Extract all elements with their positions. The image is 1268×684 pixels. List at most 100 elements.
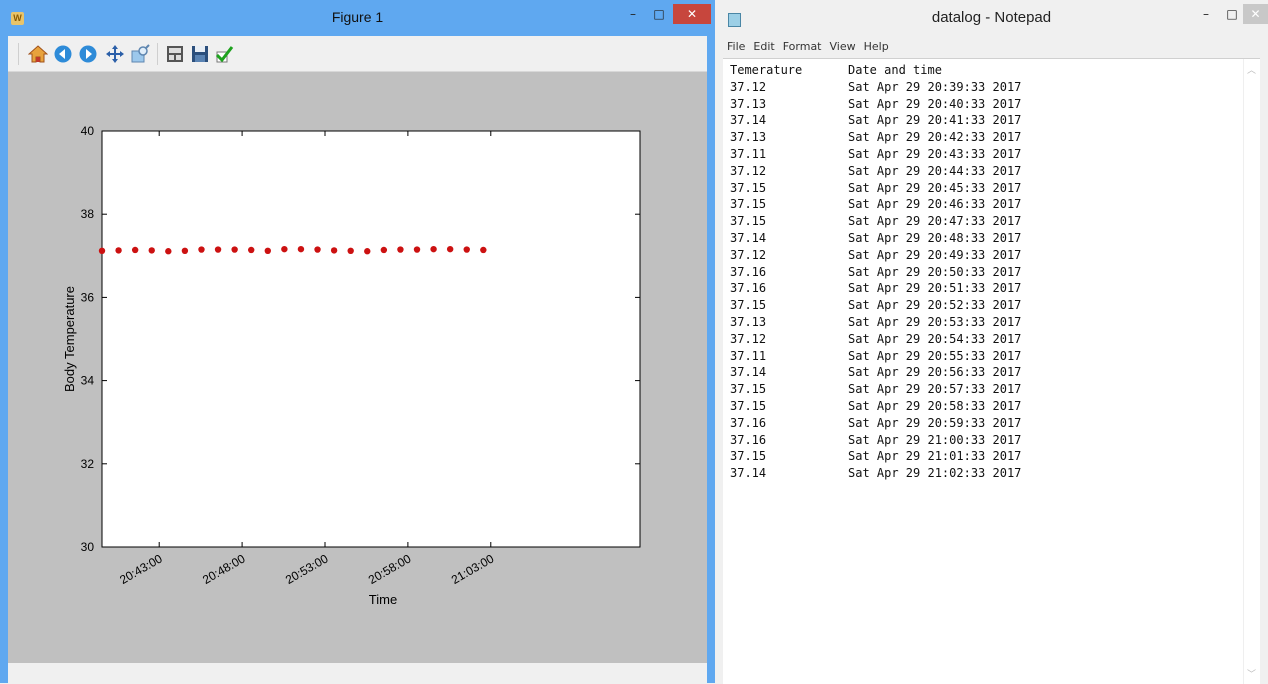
- log-line: 37.16 Sat Apr 29 20:59:33 2017: [730, 415, 1021, 432]
- x-tick-label: 20:53:00: [283, 551, 331, 587]
- log-header-temperature: Temerature: [730, 63, 803, 77]
- log-line: 37.16 Sat Apr 29 20:51:33 2017: [730, 280, 1021, 297]
- log-datetime: Sat Apr 29 21:01:33 2017: [848, 449, 1022, 464]
- menu-file[interactable]: File: [723, 38, 749, 58]
- data-point: [148, 247, 155, 254]
- log-temperature: 37.13: [730, 314, 767, 329]
- log-temperature: 37.14: [730, 230, 767, 245]
- figure-client-area: 30 32 34 36 38 40 20:43:00 20:48:00 20:53:00 20:…: [8, 36, 707, 683]
- log-temperature: 37.16: [730, 432, 767, 447]
- log-datetime: Sat Apr 29 20:48:33 2017: [848, 230, 1022, 245]
- x-axis-label: Time: [369, 592, 397, 607]
- figure-title: Figure 1: [331, 9, 384, 25]
- data-point: [131, 246, 139, 254]
- log-temperature: 37.15: [730, 398, 767, 413]
- log-datetime: Sat Apr 29 20:50:33 2017: [848, 264, 1022, 279]
- data-point: [430, 245, 437, 253]
- log-datetime: Sat Apr 29 20:39:33 2017: [848, 79, 1022, 94]
- log-datetime: Sat Apr 29 20:57:33 2017: [848, 382, 1022, 397]
- data-point: [397, 246, 404, 253]
- log-temperature: 37.15: [730, 180, 767, 195]
- log-line: 37.14 Sat Apr 29 20:48:33 2017: [730, 230, 1021, 247]
- log-temperature: 37.14: [730, 466, 767, 481]
- log-temperature: 37.15: [730, 214, 767, 229]
- notepad-content: Temerature Date and time 37.12 Sat Apr 29…: [730, 62, 1021, 482]
- menu-format[interactable]: Format: [779, 38, 826, 58]
- log-line: 37.12 Sat Apr 29 20:49:33 2017: [730, 247, 1021, 264]
- y-tick-label: 36: [81, 290, 95, 304]
- figure-status-bar: [8, 663, 707, 683]
- log-temperature: 37.12: [730, 79, 767, 94]
- notepad-maximize-button[interactable]: □: [1219, 4, 1245, 24]
- log-temperature: 37.12: [730, 247, 767, 262]
- notepad-titlebar[interactable]: datalog - Notepad – □ ✕: [715, 0, 1268, 36]
- data-point: [314, 246, 321, 253]
- x-tick-label: 20:58:00: [366, 551, 414, 587]
- log-line: 37.15 Sat Apr 29 20:47:33 2017: [730, 213, 1021, 230]
- data-point: [463, 246, 470, 253]
- y-tick-label: 30: [81, 540, 95, 554]
- log-datetime: Sat Apr 29 21:02:33 2017: [848, 466, 1022, 481]
- log-temperature: 37.11: [730, 348, 767, 363]
- y-tick-label: 38: [81, 207, 95, 221]
- log-line: 37.16 Sat Apr 29 20:50:33 2017: [730, 264, 1021, 281]
- data-point: [115, 247, 122, 254]
- data-point: [380, 246, 388, 254]
- log-line: 37.11 Sat Apr 29 20:43:33 2017: [730, 146, 1021, 163]
- figure-titlebar[interactable]: W Figure 1 – □ ✕: [0, 0, 715, 36]
- x-tick-label: 20:48:00: [200, 551, 248, 587]
- log-temperature: 37.15: [730, 197, 767, 212]
- log-temperature: 37.13: [730, 96, 767, 111]
- data-point: [480, 246, 487, 254]
- log-line: 37.11 Sat Apr 29 20:55:33 2017: [730, 348, 1021, 365]
- log-temperature: 37.12: [730, 163, 767, 178]
- scroll-down-icon[interactable]: ﹀: [1247, 667, 1256, 680]
- log-datetime: Sat Apr 29 20:55:33 2017: [848, 348, 1022, 363]
- log-temperature: 37.15: [730, 382, 767, 397]
- log-line: 37.12 Sat Apr 29 20:39:33 2017: [730, 79, 1021, 96]
- log-line: 37.15 Sat Apr 29 20:57:33 2017: [730, 381, 1021, 398]
- notepad-minimize-button[interactable]: –: [1193, 4, 1219, 24]
- log-datetime: Sat Apr 29 20:49:33 2017: [848, 247, 1022, 262]
- log-datetime: Sat Apr 29 20:56:33 2017: [848, 365, 1022, 380]
- log-temperature: 37.15: [730, 298, 767, 313]
- data-point: [181, 247, 189, 255]
- log-line: 37.13 Sat Apr 29 20:53:33 2017: [730, 314, 1021, 331]
- log-datetime: Sat Apr 29 20:58:33 2017: [848, 398, 1022, 413]
- log-line: 37.16 Sat Apr 29 21:00:33 2017: [730, 432, 1021, 449]
- log-temperature: 37.11: [730, 146, 767, 161]
- minimize-button[interactable]: –: [620, 4, 646, 24]
- maximize-button[interactable]: □: [646, 4, 672, 24]
- data-point: [165, 248, 172, 255]
- plot-area[interactable]: 30 32 34 36 38 40 20:43:00 20:48:00 20:53:00 20:…: [8, 36, 707, 663]
- notepad-vertical-scrollbar[interactable]: ︿ ﹀: [1243, 59, 1260, 684]
- notepad-close-button[interactable]: ✕: [1243, 4, 1268, 24]
- data-point: [446, 245, 454, 253]
- y-tick-label: 32: [81, 457, 95, 471]
- log-datetime: Sat Apr 29 20:42:33 2017: [848, 130, 1022, 145]
- log-line: 37.12 Sat Apr 29 20:54:33 2017: [730, 331, 1021, 348]
- y-axis-label: Body Temperature: [62, 286, 77, 392]
- data-point: [347, 247, 354, 255]
- log-temperature: 37.16: [730, 264, 767, 279]
- notepad-text-area[interactable]: Temerature Date and time 37.12 Sat Apr 29…: [723, 58, 1260, 684]
- log-datetime: Sat Apr 29 20:46:33 2017: [848, 197, 1022, 212]
- menu-help[interactable]: Help: [860, 38, 893, 58]
- scroll-up-icon[interactable]: ︿: [1247, 63, 1256, 76]
- log-temperature: 37.13: [730, 130, 767, 145]
- close-button[interactable]: ✕: [673, 4, 711, 24]
- log-temperature: 37.16: [730, 281, 767, 296]
- log-datetime: Sat Apr 29 20:41:33 2017: [848, 113, 1022, 128]
- data-point: [413, 246, 421, 253]
- menu-edit[interactable]: Edit: [749, 38, 778, 58]
- log-header-datetime: Date and time: [848, 63, 942, 77]
- log-temperature: 37.16: [730, 415, 767, 430]
- menu-view[interactable]: View: [826, 38, 860, 58]
- log-line: 37.15 Sat Apr 29 21:01:33 2017: [730, 448, 1021, 465]
- log-line: 37.14 Sat Apr 29 20:41:33 2017: [730, 112, 1021, 129]
- x-tick-label: 20:43:00: [117, 551, 165, 587]
- notepad-window: datalog - Notepad – □ ✕ File Edit Format…: [715, 0, 1268, 684]
- log-temperature: 37.12: [730, 331, 767, 346]
- log-line: 37.13 Sat Apr 29 20:42:33 2017: [730, 129, 1021, 146]
- data-point: [248, 246, 255, 254]
